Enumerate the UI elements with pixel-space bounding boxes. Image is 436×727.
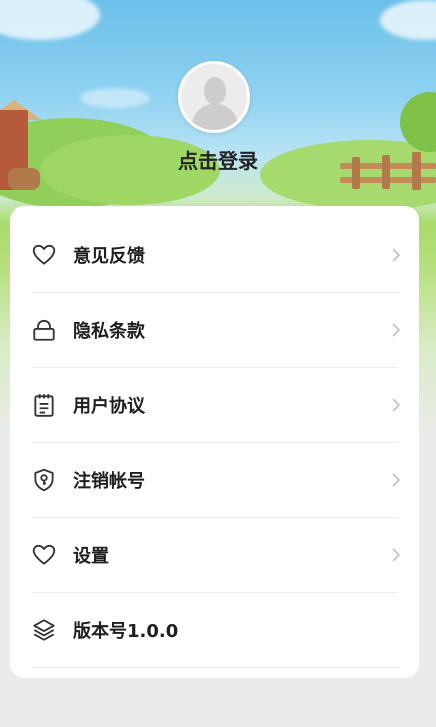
heart-icon: [32, 244, 56, 265]
version-label: 版本号1.0.0: [73, 620, 179, 642]
cloud: [0, 0, 100, 40]
lock-icon: [33, 319, 55, 341]
cloud: [80, 88, 150, 108]
cloud: [380, 0, 436, 40]
avatar[interactable]: [178, 61, 250, 133]
shield-key-icon: [34, 468, 54, 491]
menu-item-label: 隐私条款: [73, 320, 145, 342]
menu-item-feedback[interactable]: 意见反馈: [10, 217, 419, 292]
menu-card: 意见反馈 隐私条款 用户协议 注销帐号 设置 版本号1.0.0: [10, 206, 419, 678]
menu-item-user-agreement[interactable]: 用户协议: [10, 367, 419, 442]
menu-item-label: 用户协议: [73, 395, 145, 417]
clipboard-icon: [34, 393, 54, 417]
menu-item-version: 版本号1.0.0: [10, 592, 419, 667]
chevron-right-icon: [392, 547, 401, 562]
menu-item-privacy[interactable]: 隐私条款: [10, 292, 419, 367]
menu-item-label: 意见反馈: [73, 245, 145, 267]
menu-item-label: 设置: [73, 545, 109, 567]
avatar-head: [204, 77, 226, 105]
layers-icon: [33, 618, 55, 641]
menu-item-settings[interactable]: 设置: [10, 517, 419, 592]
chevron-right-icon: [392, 322, 401, 337]
menu-item-delete-account[interactable]: 注销帐号: [10, 442, 419, 517]
chevron-right-icon: [392, 472, 401, 487]
menu-item-label: 注销帐号: [73, 470, 145, 492]
chevron-right-icon: [392, 247, 401, 262]
divider: [32, 667, 398, 668]
heart-icon: [32, 544, 56, 565]
login-link[interactable]: 点击登录: [0, 145, 436, 174]
avatar-body: [192, 104, 238, 130]
chevron-right-icon: [392, 397, 401, 412]
